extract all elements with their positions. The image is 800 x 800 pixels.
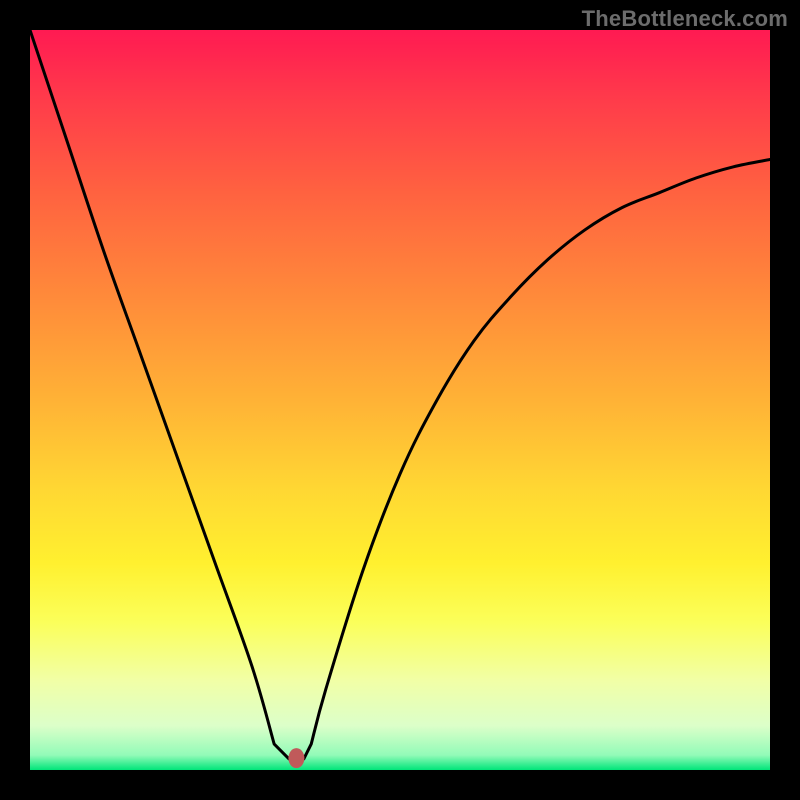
bottleneck-curve: [30, 30, 770, 770]
plot-area: [30, 30, 770, 770]
optimal-point-marker: [288, 748, 304, 768]
chart-stage: TheBottleneck.com: [0, 0, 800, 800]
curve-path: [30, 30, 770, 759]
watermark-label: TheBottleneck.com: [582, 6, 788, 32]
